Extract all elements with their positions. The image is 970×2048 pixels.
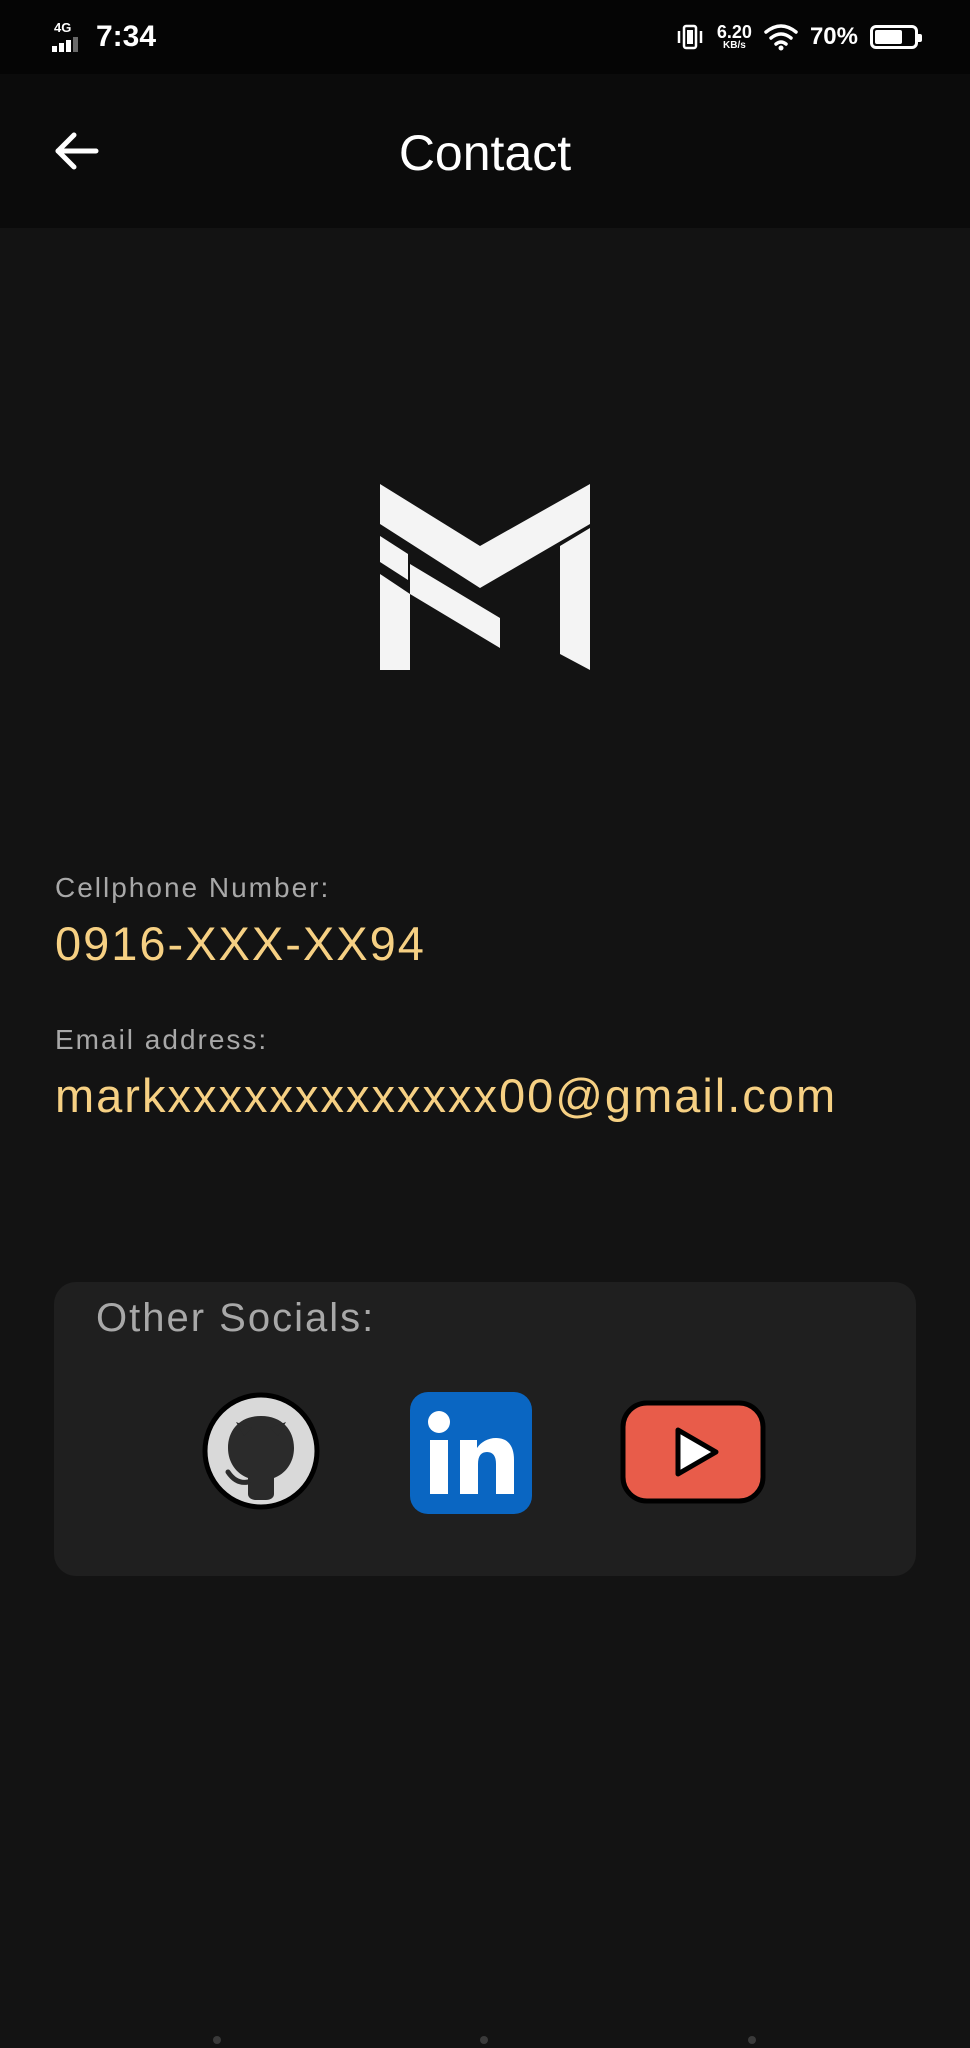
phone-value[interactable]: 0916-XXX-XX94: [55, 916, 426, 971]
status-bar: 4G 7:34 6.20 KB/s 70%: [0, 0, 970, 74]
signal-icon: [52, 37, 78, 52]
page-title: Contact: [398, 125, 572, 181]
status-right: 6.20 KB/s 70%: [675, 22, 922, 52]
socials-card: Other Socials:: [54, 1282, 916, 1576]
linkedin-button[interactable]: [410, 1392, 532, 1519]
vibrate-icon: [677, 24, 703, 50]
network-label: 4G: [54, 20, 72, 35]
phone-label: Cellphone Number:: [55, 872, 331, 903]
status-time: 7:34: [96, 20, 157, 53]
email-value[interactable]: markxxxxxxxxxxxxx00@gmail.com: [55, 1068, 837, 1123]
youtube-icon: [620, 1400, 766, 1504]
socials-title: Other Socials:: [96, 1296, 376, 1340]
speed-value: 6.20: [716, 22, 752, 42]
battery-icon: [870, 25, 922, 49]
app-bar: Contact: [0, 74, 970, 228]
speed-unit: KB/s: [723, 40, 746, 51]
battery-percent: 70%: [809, 23, 858, 50]
wifi-icon: [764, 24, 798, 51]
network-indicator: 4G: [52, 20, 84, 54]
youtube-button[interactable]: [620, 1400, 766, 1509]
email-label: Email address:: [55, 1024, 269, 1055]
gesture-nav: [0, 2036, 970, 2048]
network-speed: 6.20 KB/s: [717, 23, 752, 51]
github-button[interactable]: [202, 1392, 320, 1515]
linkedin-icon: [410, 1392, 532, 1514]
battery-fill: [875, 30, 902, 44]
monogram-m-logo: [380, 484, 590, 670]
status-left: 4G 7:34: [52, 20, 156, 54]
github-icon: [202, 1392, 320, 1510]
